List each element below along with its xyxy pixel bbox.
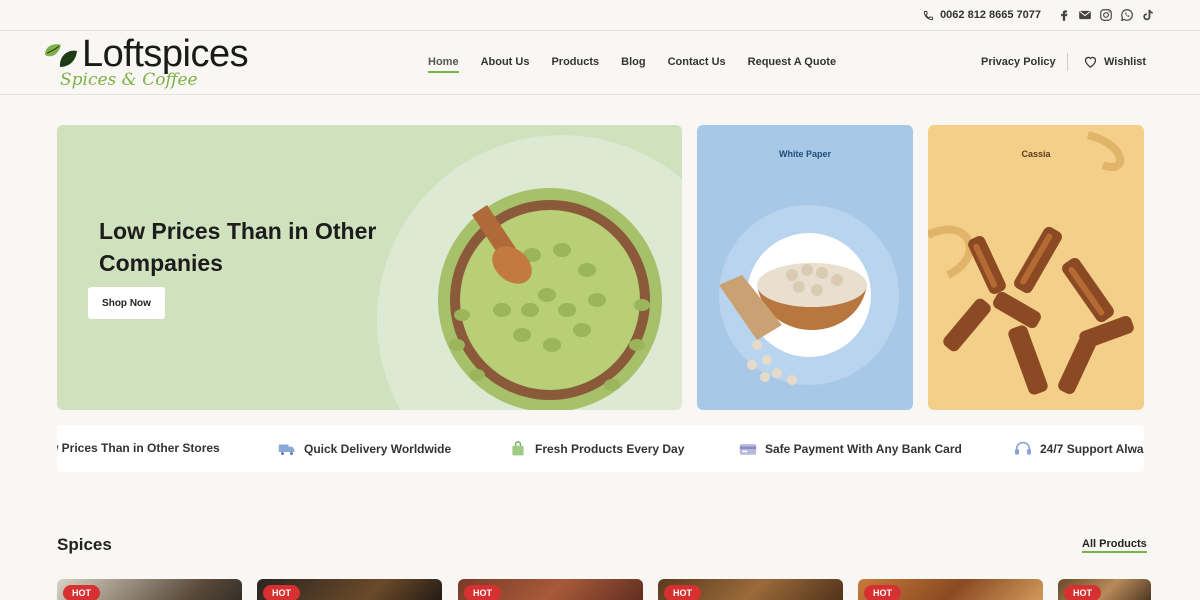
hot-badge: HOT: [63, 585, 100, 600]
privacy-policy-link[interactable]: Privacy Policy: [981, 56, 1056, 68]
wishlist-label: Wishlist: [1104, 55, 1147, 68]
feature-quick-delivery-label: Quick Delivery Worldwide: [304, 442, 452, 456]
product-card[interactable]: HOT: [658, 579, 843, 600]
hero-title: Low Prices Than in Other Companies: [99, 218, 377, 276]
top-bar: 0062 812 8665 7077: [0, 0, 1200, 31]
site-logo[interactable]: Loftspices Spices & Coffee: [43, 33, 253, 91]
feature-low-prices: w Prices Than in Other Stores: [57, 441, 220, 455]
shop-now-button[interactable]: Shop Now: [88, 287, 165, 319]
shopping-bag-icon: [512, 441, 524, 456]
white-pepper-image: [719, 205, 899, 385]
tiktok-icon[interactable]: [1141, 7, 1155, 22]
nav-request-quote[interactable]: Request A Quote: [748, 56, 836, 73]
section-title-spices: Spices: [57, 535, 112, 554]
green-coffee-bowl-image: [438, 188, 662, 410]
hot-badge: HOT: [464, 585, 501, 600]
feature-low-prices-label: w Prices Than in Other Stores: [57, 441, 220, 455]
product-card[interactable]: HOT: [1058, 579, 1151, 600]
product-card[interactable]: HOT: [57, 579, 242, 600]
logo-subtitle: Spices & Coffee: [60, 70, 198, 90]
cassia-sticks-image: [928, 131, 1134, 395]
leaf-logo-icon: [45, 44, 77, 67]
hero-banner: Low Prices Than in Other Companies Shop …: [57, 125, 682, 410]
features-strip: w Prices Than in Other Stores Quick Deli…: [57, 425, 1144, 472]
phone-icon: [923, 10, 934, 20]
feature-fresh-products: Fresh Products Every Day: [509, 441, 684, 457]
nav-about-us[interactable]: About Us: [481, 56, 530, 73]
feature-quick-delivery: Quick Delivery Worldwide: [278, 441, 451, 457]
nav-blog[interactable]: Blog: [621, 56, 645, 73]
header-divider: [1067, 53, 1068, 71]
nav-products[interactable]: Products: [551, 56, 599, 73]
social-links: [1057, 7, 1155, 22]
feature-safe-payment-label: Safe Payment With Any Bank Card: [765, 442, 962, 456]
nav-home[interactable]: Home: [428, 56, 459, 73]
hot-badge: HOT: [1064, 585, 1101, 600]
product-card[interactable]: HOT: [257, 579, 442, 600]
phone-number[interactable]: 0062 812 8665 7077: [923, 9, 1041, 21]
product-card[interactable]: HOT: [458, 579, 643, 600]
all-products-link[interactable]: All Products: [1082, 538, 1147, 553]
hot-badge: HOT: [263, 585, 300, 600]
cassia-card[interactable]: Cassia: [928, 125, 1144, 410]
product-card[interactable]: HOT: [858, 579, 1043, 600]
mail-icon[interactable]: [1078, 7, 1092, 22]
feature-support-label: 24/7 Support Alway: [1040, 442, 1144, 456]
white-pepper-card[interactable]: White Paper: [697, 125, 913, 410]
hot-badge: HOT: [664, 585, 701, 600]
feature-support: 24/7 Support Alway: [1014, 441, 1144, 457]
truck-icon: [278, 444, 295, 455]
facebook-icon[interactable]: [1057, 7, 1071, 22]
hot-badge: HOT: [864, 585, 901, 600]
instagram-icon[interactable]: [1099, 7, 1113, 22]
whatsapp-icon[interactable]: [1120, 7, 1134, 22]
feature-fresh-products-label: Fresh Products Every Day: [535, 442, 685, 456]
main-nav: Home About Us Products Blog Contact Us R…: [428, 56, 836, 73]
phone-text: 0062 812 8665 7077: [940, 9, 1041, 21]
site-header: Loftspices Spices & Coffee Home About Us…: [0, 31, 1200, 95]
nav-contact-us[interactable]: Contact Us: [668, 56, 726, 73]
heart-icon: [1084, 56, 1097, 68]
feature-safe-payment: Safe Payment With Any Bank Card: [739, 441, 962, 457]
headset-icon: [1015, 441, 1031, 455]
credit-card-icon: [739, 444, 757, 455]
wishlist-button[interactable]: Wishlist: [1083, 54, 1146, 69]
